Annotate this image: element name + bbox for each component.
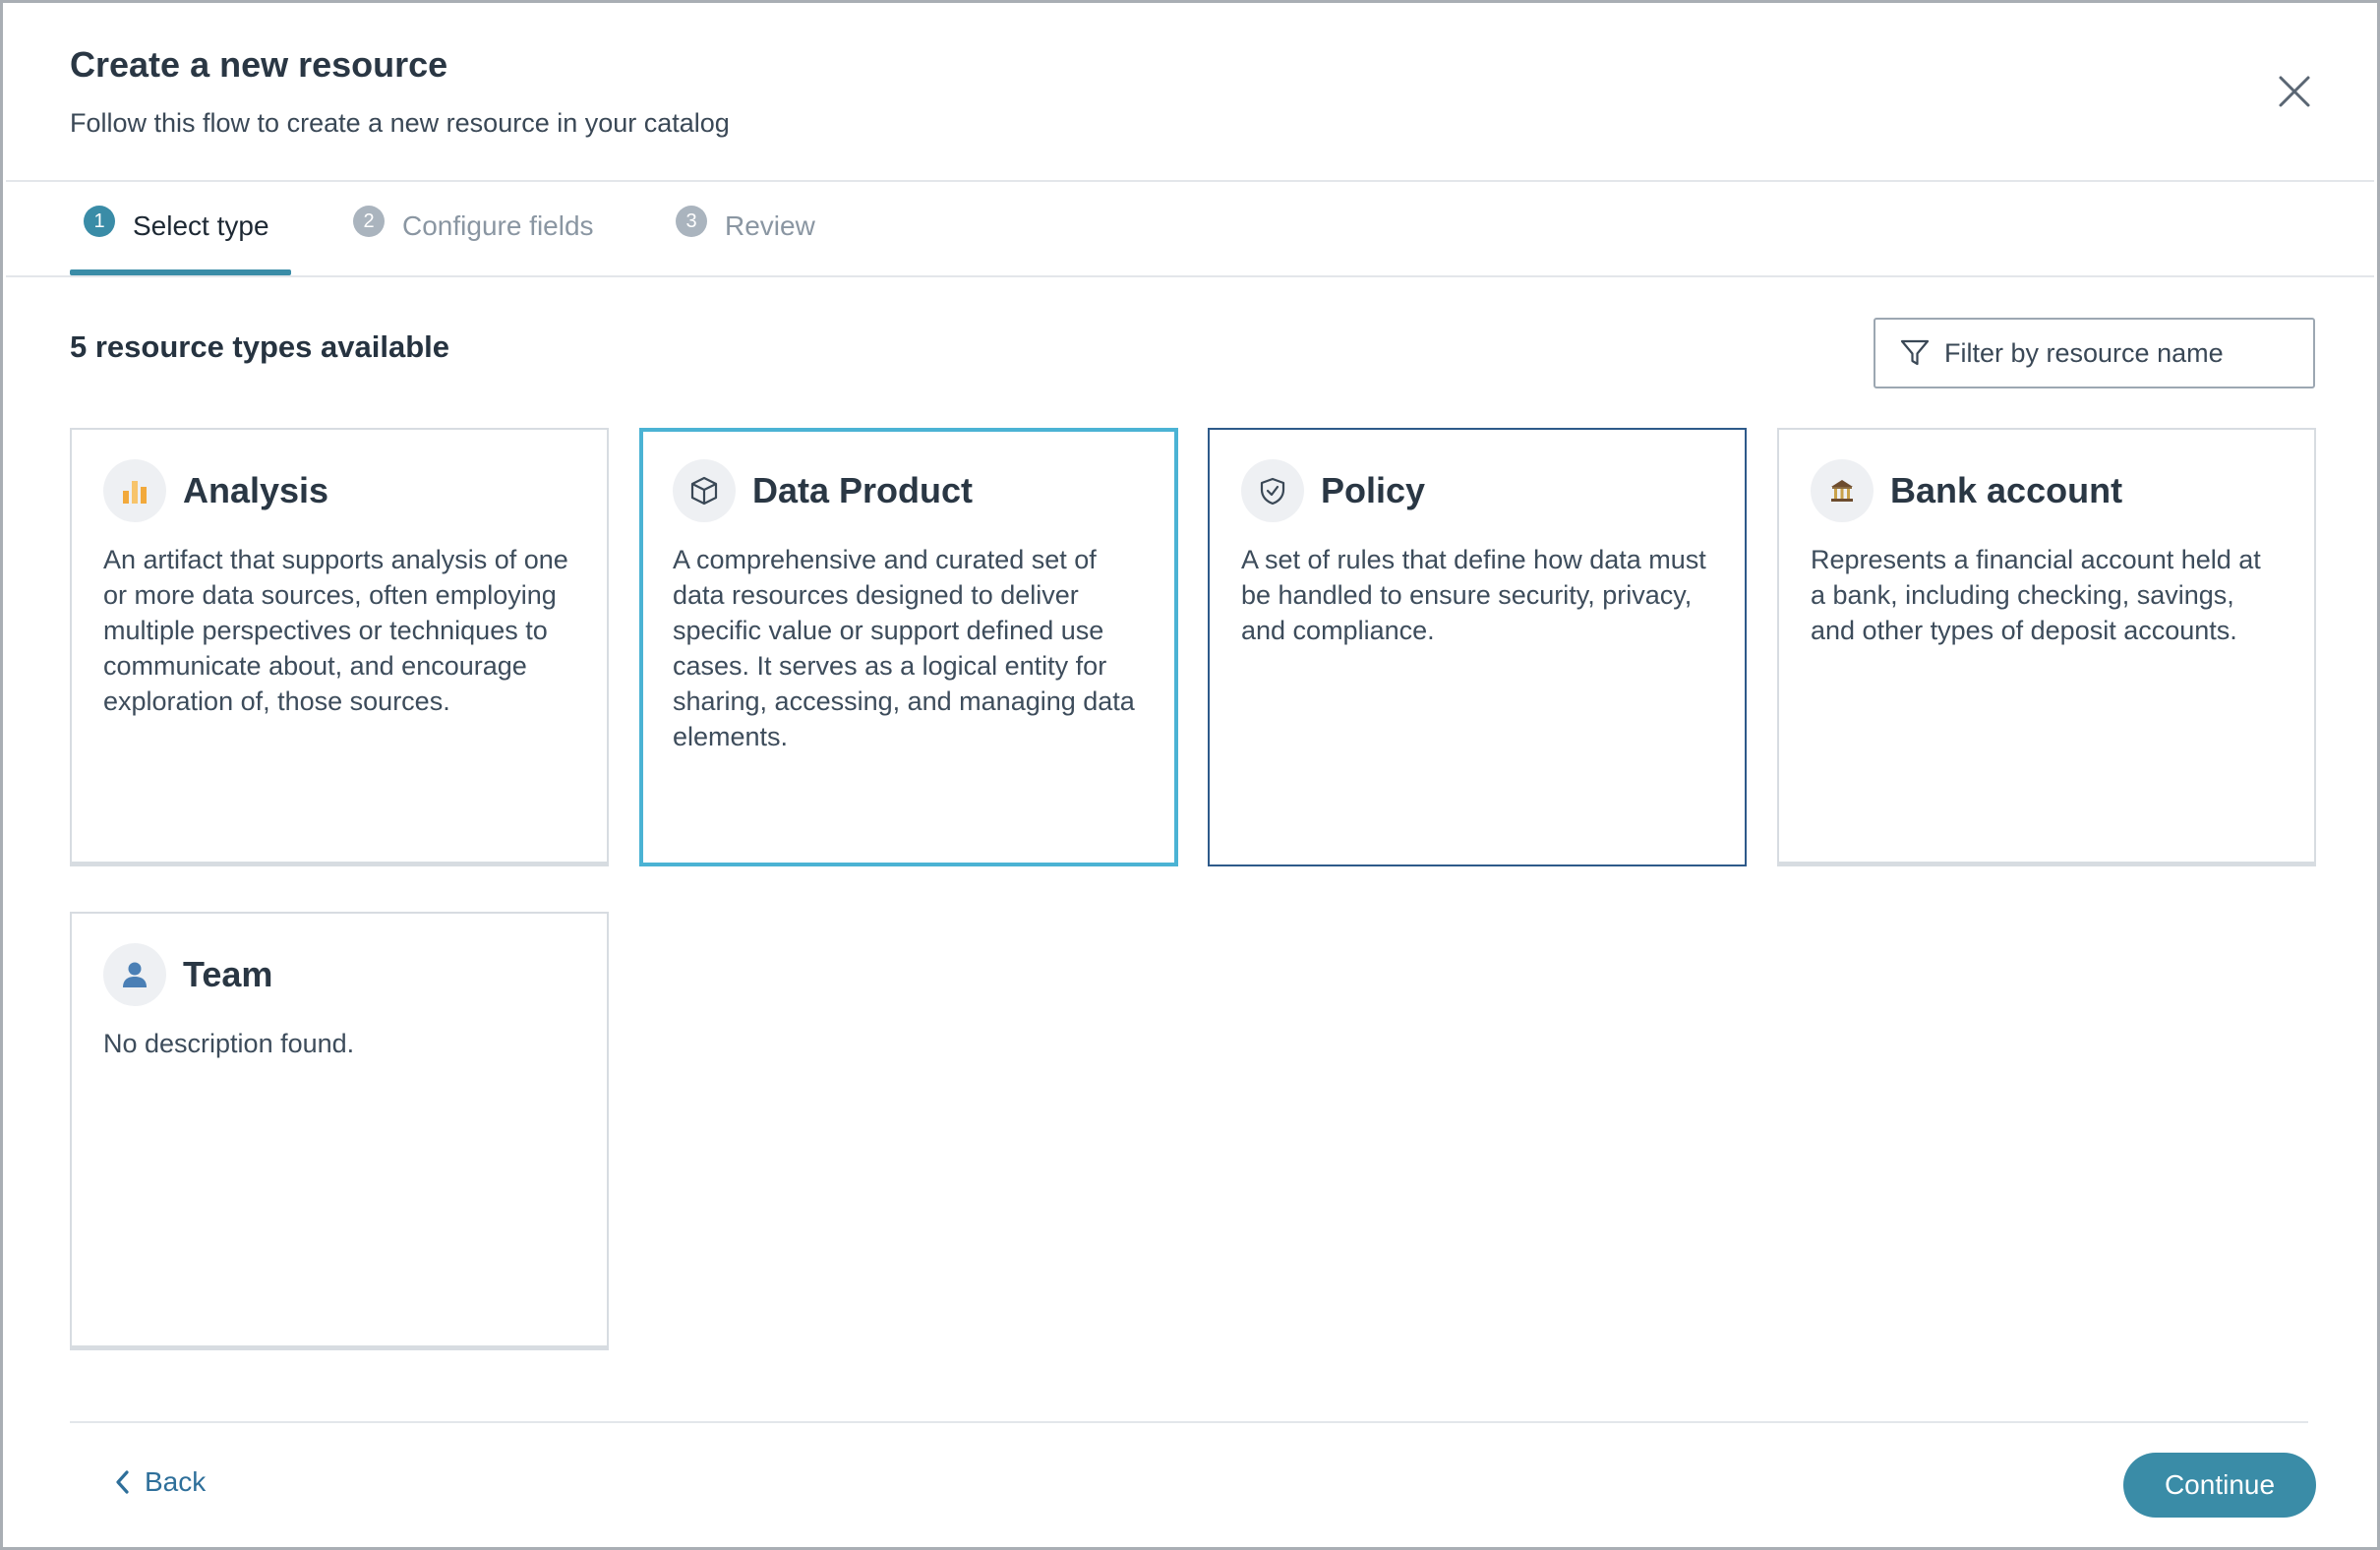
card-title: Data Product	[752, 470, 974, 510]
dialog-header: Create a new resource Follow this flow t…	[70, 42, 730, 141]
resource-card-data-product[interactable]: Data Product A comprehensive and curated…	[639, 428, 1178, 866]
person-icon	[123, 962, 147, 987]
card-description: A set of rules that define how data must…	[1241, 545, 1706, 645]
chevron-left-icon	[116, 1470, 129, 1494]
card-description: Represents a financial account held at a…	[1811, 545, 2261, 645]
policy-icon-badge	[1241, 459, 1304, 522]
shield-check-icon	[1260, 477, 1285, 506]
create-resource-dialog: Create a new resource Follow this flow t…	[0, 0, 2380, 1550]
team-icon-badge	[103, 943, 166, 1006]
bar-chart-icon	[123, 481, 147, 504]
card-description: An artifact that supports analysis of on…	[103, 545, 568, 716]
continue-button[interactable]: Continue	[2123, 1453, 2316, 1518]
tab-label: Review	[725, 210, 815, 241]
tab-label: Configure fields	[402, 210, 594, 241]
footer-divider	[70, 1421, 2308, 1423]
filter-input[interactable]	[1944, 337, 2298, 369]
bank-icon	[1831, 480, 1853, 502]
step-number: 3	[676, 206, 707, 237]
close-button[interactable]	[2273, 70, 2316, 113]
tab-configure-fields[interactable]: 2 Configure fields	[353, 204, 594, 274]
resource-card-analysis[interactable]: Analysis An artifact that supports analy…	[70, 428, 609, 866]
card-title: Bank account	[1890, 470, 2123, 510]
cube-icon	[690, 476, 718, 506]
step-number: 2	[353, 206, 385, 237]
card-header: Team	[103, 943, 575, 1006]
analysis-icon-badge	[103, 459, 166, 522]
card-header: Bank account	[1811, 459, 2283, 522]
dialog-subtitle: Follow this flow to create a new resourc…	[70, 108, 730, 138]
tabs-divider	[6, 275, 2374, 277]
data-product-icon-badge	[673, 459, 736, 522]
tab-label: Select type	[133, 210, 269, 241]
card-title: Analysis	[183, 470, 329, 510]
back-label: Back	[145, 1466, 207, 1497]
tab-review[interactable]: 3 Review	[676, 204, 815, 274]
back-button[interactable]: Back	[113, 1466, 206, 1498]
card-header: Data Product	[673, 459, 1145, 522]
resource-card-policy[interactable]: Policy A set of rules that define how da…	[1208, 428, 1747, 866]
card-header: Policy	[1241, 459, 1713, 522]
dialog-title: Create a new resource	[70, 44, 448, 85]
filter-icon	[1900, 339, 1930, 366]
close-icon	[2279, 76, 2310, 107]
header-divider	[6, 180, 2374, 182]
resource-card-team[interactable]: Team No description found.	[70, 912, 609, 1350]
bank-account-icon-badge	[1811, 459, 1874, 522]
step-number: 1	[84, 206, 115, 237]
tab-select-type[interactable]: 1 Select type	[84, 204, 269, 274]
card-title: Policy	[1321, 470, 1426, 510]
card-description: A comprehensive and curated set of data …	[673, 545, 1135, 751]
filter-field[interactable]	[1874, 318, 2315, 388]
card-title: Team	[183, 954, 273, 994]
card-header: Analysis	[103, 459, 575, 522]
resource-type-count: 5 resource types available	[70, 329, 450, 364]
resource-card-bank-account[interactable]: Bank account Represents a financial acco…	[1777, 428, 2316, 866]
card-description: No description found.	[103, 1029, 355, 1058]
